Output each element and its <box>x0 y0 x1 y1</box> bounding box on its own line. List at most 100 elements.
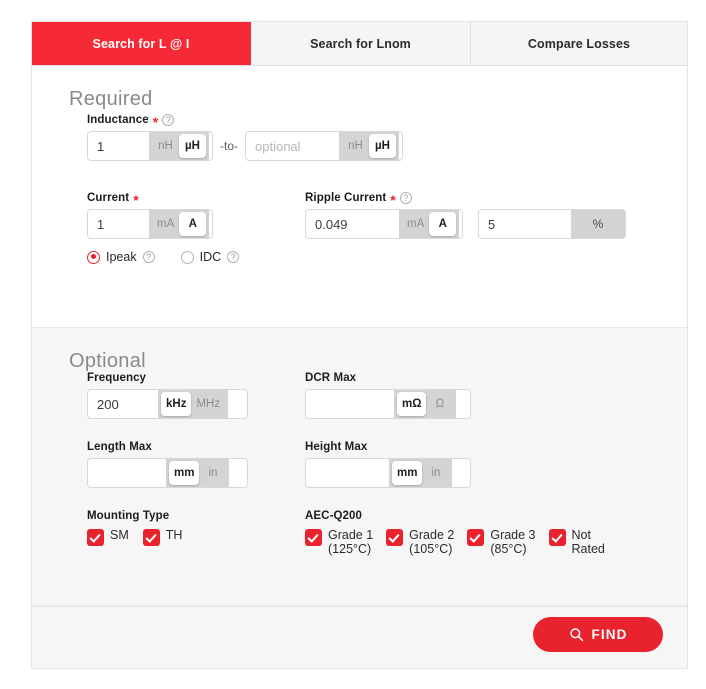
tab-compare-losses[interactable]: Compare Losses <box>471 22 687 65</box>
tab-search-for-lnom[interactable]: Search for Lnom <box>251 22 471 65</box>
ripple-current-control: mA A <box>305 209 463 239</box>
aec-q200-grade-1-line1: Grade 1 <box>328 528 374 542</box>
inductance-max-input[interactable] <box>246 132 339 160</box>
mounting-type-label: Mounting Type <box>87 510 170 522</box>
length-max-unit-in[interactable]: in <box>199 461 226 485</box>
aec-q200-grade-1-line2: (125°C) <box>328 542 372 556</box>
inductance-min-input[interactable] <box>88 132 149 160</box>
aec-q200-grade-3-line2: (85°C) <box>490 542 527 556</box>
aec-q200-not-rated-text: Not Rated <box>572 528 605 556</box>
checkbox-th-icon[interactable] <box>142 529 160 546</box>
aec-q200-option-grade-2[interactable]: Grade 2 (105°C) <box>386 528 454 556</box>
dcr-max-input[interactable] <box>306 390 394 418</box>
optional-section: Optional Frequency kHz MHz DCR Max <box>32 328 687 606</box>
mounting-type-group: Mounting Type SM TH <box>87 510 182 546</box>
checkbox-grade-2-icon[interactable] <box>386 529 404 546</box>
current-required-mark: * <box>133 192 139 208</box>
inductance-min-unit-toggle: nH µH <box>149 132 209 160</box>
current-mode-idc[interactable]: IDC ? <box>180 250 240 264</box>
aec-q200-option-not-rated[interactable]: Not Rated <box>548 528 605 556</box>
idc-radio-icon[interactable] <box>180 250 194 264</box>
ripple-current-help-icon[interactable]: ? <box>399 192 412 204</box>
length-max-field-group: Length Max mm in <box>87 441 248 488</box>
current-unit-ma[interactable]: mA <box>152 212 179 236</box>
ipeak-label: Ipeak <box>106 250 137 264</box>
current-label: Current <box>87 192 130 204</box>
ipeak-radio-icon[interactable] <box>87 250 100 264</box>
inductance-help-icon[interactable]: ? <box>162 114 175 126</box>
length-max-label: Length Max <box>87 441 152 453</box>
required-section: Required Inductance * ? nH µH <box>32 66 687 328</box>
height-max-field-group: Height Max mm in <box>305 441 471 488</box>
aec-q200-option-grade-1[interactable]: Grade 1 (125°C) <box>305 528 373 556</box>
mounting-type-option-sm[interactable]: SM <box>87 528 129 546</box>
inductance-max-unit-uh[interactable]: µH <box>369 134 396 158</box>
ripple-percent-control: % <box>478 209 626 239</box>
ripple-current-row: mA A % <box>305 209 626 239</box>
find-button-label: FIND <box>591 627 628 642</box>
frequency-label: Frequency <box>87 372 147 384</box>
frequency-unit-toggle: kHz MHz <box>158 390 229 418</box>
length-max-unit-toggle: mm in <box>166 459 230 487</box>
height-max-unit-in[interactable]: in <box>422 461 449 485</box>
inductance-max-unit-toggle: nH µH <box>339 132 399 160</box>
inductance-label: Inductance <box>87 114 149 126</box>
ripple-percent-input[interactable] <box>479 210 571 238</box>
aec-q200-not-rated-line1: Not <box>571 528 591 542</box>
aec-q200-checkbox-row: Grade 1 (125°C) Grade 2 (105°C) Grade 3 … <box>305 528 605 556</box>
current-mode-ipeak[interactable]: Ipeak ? <box>87 250 155 264</box>
ripple-current-input[interactable] <box>306 210 399 238</box>
idc-help-icon[interactable]: ? <box>227 251 240 263</box>
aec-q200-grade-2-text: Grade 2 (105°C) <box>409 528 454 556</box>
footer-bar: FIND <box>32 606 687 668</box>
frequency-unit-khz[interactable]: kHz <box>161 392 192 416</box>
mounting-type-option-th[interactable]: TH <box>142 528 183 546</box>
ripple-current-label-row: Ripple Current * ? <box>305 192 626 207</box>
frequency-input[interactable] <box>88 390 158 418</box>
current-input[interactable] <box>88 210 149 238</box>
checkbox-grade-1-icon[interactable] <box>305 529 322 546</box>
tab-search-for-l-at-i[interactable]: Search for L @ I <box>32 22 251 65</box>
inductance-min-unit-uh[interactable]: µH <box>179 134 206 158</box>
ripple-current-field-group: Ripple Current * ? mA A % <box>305 192 626 239</box>
ripple-current-unit-toggle: mA A <box>399 210 460 238</box>
frequency-unit-mhz[interactable]: MHz <box>191 392 225 416</box>
dcr-max-unit-toggle: mΩ Ω <box>394 390 457 418</box>
current-field-group: Current * mA A Ipeak ? <box>87 192 240 264</box>
aec-q200-grade-3-text: Grade 3 (85°C) <box>490 528 535 556</box>
height-max-label: Height Max <box>305 441 368 453</box>
current-unit-toggle: mA A <box>149 210 210 238</box>
inductance-field-group: Inductance * ? nH µH -to- <box>87 114 403 161</box>
aec-q200-grade-2-line1: Grade 2 <box>409 528 455 542</box>
length-max-input[interactable] <box>88 459 166 487</box>
inductance-max-unit-nh[interactable]: nH <box>342 134 369 158</box>
length-max-control: mm in <box>87 458 248 488</box>
aec-q200-group: AEC-Q200 Grade 1 (125°C) Grade 2 (105°C)… <box>305 510 605 556</box>
ripple-current-unit-ma[interactable]: mA <box>402 212 429 236</box>
checkbox-grade-3-icon[interactable] <box>467 529 485 546</box>
dcr-max-unit-ohm[interactable]: Ω <box>426 392 453 416</box>
ripple-current-unit-a[interactable]: A <box>429 212 457 236</box>
checkbox-sm-icon[interactable] <box>87 529 104 546</box>
mounting-type-sm-label: SM <box>110 528 129 542</box>
current-label-row: Current * <box>87 192 239 208</box>
ipeak-help-icon[interactable]: ? <box>142 251 155 263</box>
inductance-max-control: nH µH <box>245 131 403 161</box>
dcr-max-unit-milliohm[interactable]: mΩ <box>397 392 427 416</box>
height-max-unit-mm[interactable]: mm <box>392 461 423 485</box>
height-max-control: mm in <box>305 458 471 488</box>
find-button[interactable]: FIND <box>533 617 663 652</box>
height-max-unit-toggle: mm in <box>389 459 453 487</box>
height-max-input[interactable] <box>306 459 389 487</box>
length-max-unit-mm[interactable]: mm <box>169 461 200 485</box>
checkbox-not-rated-icon[interactable] <box>548 529 566 546</box>
current-mode-radio-group: Ipeak ? IDC ? <box>87 250 240 264</box>
mounting-type-th-label: TH <box>165 528 183 542</box>
inductance-label-row: Inductance * ? <box>87 114 403 129</box>
inductance-min-unit-nh[interactable]: nH <box>152 134 179 158</box>
aec-q200-option-grade-3[interactable]: Grade 3 (85°C) <box>467 528 536 556</box>
aec-q200-grade-2-line2: (105°C) <box>409 542 453 556</box>
footer-divider <box>32 606 687 607</box>
required-section-title: Required <box>69 88 153 110</box>
current-unit-a[interactable]: A <box>179 212 207 236</box>
